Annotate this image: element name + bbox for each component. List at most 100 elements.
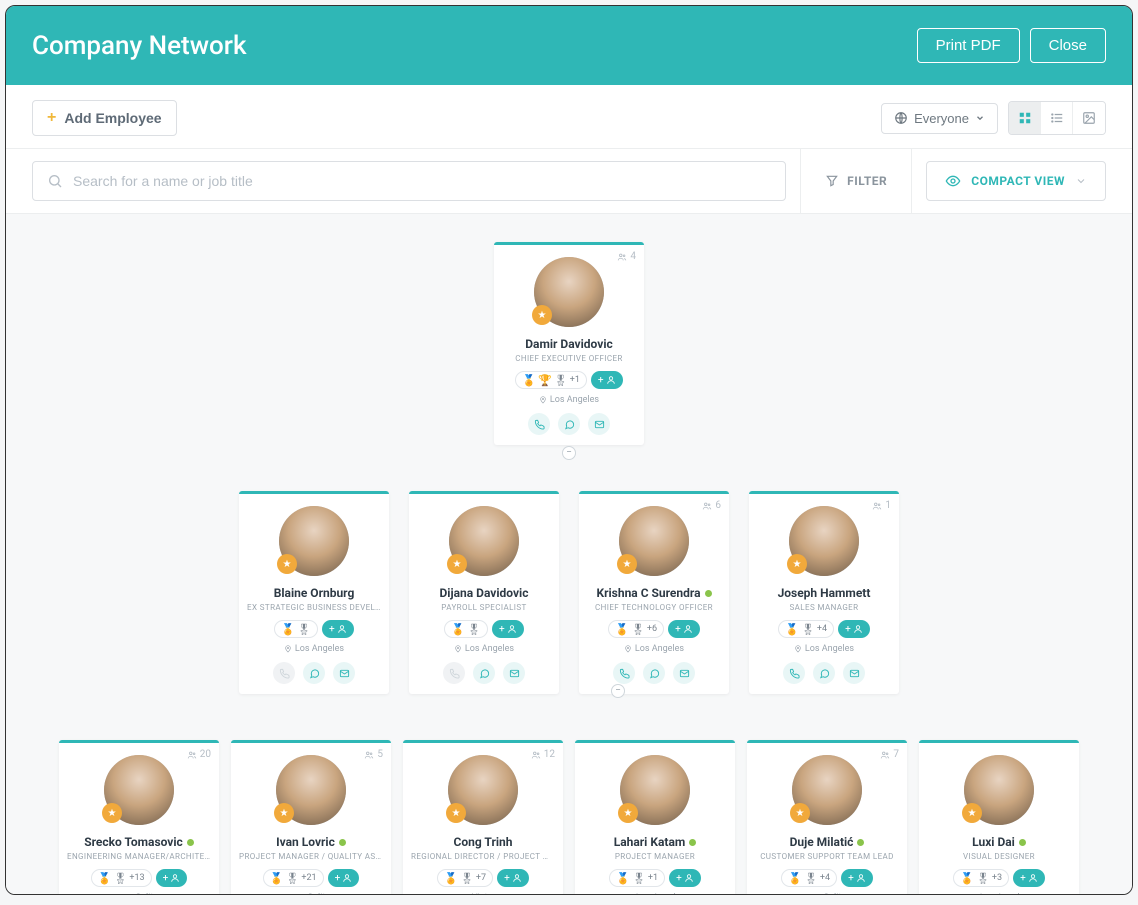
list-icon <box>1050 111 1064 125</box>
assign-button[interactable]: + <box>328 869 360 887</box>
badge-pill[interactable]: 🏅🎖+4 <box>778 620 834 638</box>
star-icon: ★ <box>447 554 467 574</box>
phone-action[interactable] <box>528 413 550 435</box>
header-buttons: Print PDF Close <box>917 28 1106 63</box>
star-icon: ★ <box>962 803 982 823</box>
employee-title: EX STRATEGIC BUSINESS DEVELOP… <box>247 603 381 612</box>
badge-pill[interactable]: 🏅🎖+7 <box>437 869 493 887</box>
avatar: ★ <box>789 506 859 576</box>
header: Company Network Print PDF Close <box>6 6 1132 85</box>
badge-pill[interactable]: 🏅🎖+1 <box>609 869 665 887</box>
org-chart-canvas[interactable]: 4 ★ Damir Davidovic CHIEF EXECUTIVE OFFI… <box>6 214 1132 894</box>
print-pdf-button[interactable]: Print PDF <box>917 28 1020 63</box>
employee-card[interactable]: 6 ★ Krishna C Surendra CHIEF TECHNOLOGY … <box>579 491 729 694</box>
image-view-button[interactable] <box>1073 102 1105 134</box>
location: Los Angeles <box>794 644 854 654</box>
assign-button[interactable]: + <box>156 869 188 887</box>
employee-card[interactable]: 7 ★ Duje Milatić CUSTOMER SUPPORT TEAM L… <box>747 740 907 894</box>
mail-action[interactable] <box>503 662 525 684</box>
badge-pill[interactable]: 🏅🎖+6 <box>608 620 664 638</box>
view-mode-select[interactable]: COMPACT VIEW <box>926 161 1106 201</box>
assign-button[interactable]: + <box>841 869 873 887</box>
avatar: ★ <box>449 506 519 576</box>
employee-card[interactable]: 4 ★ Damir Davidovic CHIEF EXECUTIVE OFFI… <box>494 242 644 445</box>
badge-pill[interactable]: 🏅🎖 <box>274 620 318 638</box>
card-actions <box>528 413 610 435</box>
assign-button[interactable]: + <box>322 620 354 638</box>
location: Los Angeles <box>624 644 684 654</box>
assign-button[interactable]: + <box>497 869 529 887</box>
employee-name: Luxi Dai <box>972 835 1026 849</box>
filter-button[interactable]: FILTER <box>800 149 912 213</box>
chat-action[interactable] <box>473 662 495 684</box>
employee-title: CHIEF TECHNOLOGY OFFICER <box>595 603 713 612</box>
view-mode-label: COMPACT VIEW <box>971 174 1065 188</box>
employee-card[interactable]: 1 ★ Joseph Hammett SALES MANAGER 🏅🎖+4 + … <box>749 491 899 694</box>
location: Los Angeles <box>625 893 685 894</box>
avatar: ★ <box>448 755 518 825</box>
star-icon: ★ <box>446 803 466 823</box>
avatar: ★ <box>620 755 690 825</box>
location: Split <box>813 893 842 894</box>
search-box[interactable] <box>32 161 786 201</box>
chevron-down-icon <box>975 113 985 123</box>
badge-pill[interactable]: 🏅🏆🎖+1 <box>515 371 587 389</box>
grid-icon <box>1018 111 1032 125</box>
assign-button[interactable]: + <box>1013 869 1045 887</box>
mail-action[interactable] <box>673 662 695 684</box>
avatar: ★ <box>792 755 862 825</box>
phone-action[interactable] <box>783 662 805 684</box>
toolbar-right: Everyone <box>881 101 1106 135</box>
grid-view-button[interactable] <box>1009 102 1041 134</box>
employee-card[interactable]: ★ Dijana Davidovic PAYROLL SPECIALIST 🏅🎖… <box>409 491 559 694</box>
assign-button[interactable]: + <box>492 620 524 638</box>
collapse-toggle[interactable]: − <box>562 446 576 460</box>
avatar: ★ <box>534 257 604 327</box>
employee-card[interactable]: ★ Blaine Ornburg EX STRATEGIC BUSINESS D… <box>239 491 389 694</box>
collapse-toggle[interactable]: − <box>611 684 625 698</box>
avatar: ★ <box>276 755 346 825</box>
avatar: ★ <box>619 506 689 576</box>
employee-card[interactable]: 5 ★ Ivan Lovric PROJECT MANAGER / QUALIT… <box>231 740 391 894</box>
assign-button[interactable]: + <box>669 869 701 887</box>
employee-card[interactable]: 12 ★ Cong Trinh REGIONAL DIRECTOR / PROJ… <box>403 740 563 894</box>
card-actions <box>273 662 355 684</box>
badges: 🏅🎖 + <box>444 620 523 638</box>
phone-action[interactable] <box>443 662 465 684</box>
badges: 🏅🎖+1 + <box>609 869 701 887</box>
employee-card[interactable]: 20 ★ Srecko Tomasovic ENGINEERING MANAGE… <box>59 740 219 894</box>
chat-action[interactable] <box>643 662 665 684</box>
phone-action[interactable] <box>273 662 295 684</box>
chat-action[interactable] <box>303 662 325 684</box>
badge-pill[interactable]: 🏅🎖+3 <box>953 869 1009 887</box>
mail-action[interactable] <box>843 662 865 684</box>
search-icon <box>47 173 63 189</box>
employee-card[interactable]: ★ Luxi Dai VISUAL DESIGNER 🏅🎖+3 + Los An… <box>919 740 1079 894</box>
chat-action[interactable] <box>558 413 580 435</box>
star-icon: ★ <box>277 554 297 574</box>
employee-name: Ivan Lovric <box>276 835 346 849</box>
badges: 🏅🏆🎖+1 + <box>515 371 622 389</box>
close-button[interactable]: Close <box>1030 28 1106 63</box>
badge-pill[interactable]: 🏅🎖 <box>444 620 488 638</box>
search-input[interactable] <box>73 173 771 189</box>
chat-action[interactable] <box>813 662 835 684</box>
location: Los Angeles <box>284 644 344 654</box>
badge-pill[interactable]: 🏅🎖+4 <box>781 869 837 887</box>
assign-button[interactable]: + <box>838 620 870 638</box>
badge-pill[interactable]: 🏅🎖+21 <box>263 869 324 887</box>
phone-action[interactable] <box>613 662 635 684</box>
mail-action[interactable] <box>333 662 355 684</box>
assign-button[interactable]: + <box>591 371 623 389</box>
badge-pill[interactable]: 🏅🎖+13 <box>91 869 152 887</box>
employee-card[interactable]: ★ Lahari Katam PROJECT MANAGER 🏅🎖+1 + Lo… <box>575 740 735 894</box>
list-view-button[interactable] <box>1041 102 1073 134</box>
assign-button[interactable]: + <box>668 620 700 638</box>
scope-select[interactable]: Everyone <box>881 103 998 134</box>
badges: 🏅🎖+3 + <box>953 869 1045 887</box>
employee-title: PROJECT MANAGER / QUALITY ASS… <box>239 852 383 861</box>
eye-icon <box>945 173 961 189</box>
report-count: 7 <box>880 749 899 760</box>
mail-action[interactable] <box>588 413 610 435</box>
add-employee-button[interactable]: + Add Employee <box>32 100 177 136</box>
